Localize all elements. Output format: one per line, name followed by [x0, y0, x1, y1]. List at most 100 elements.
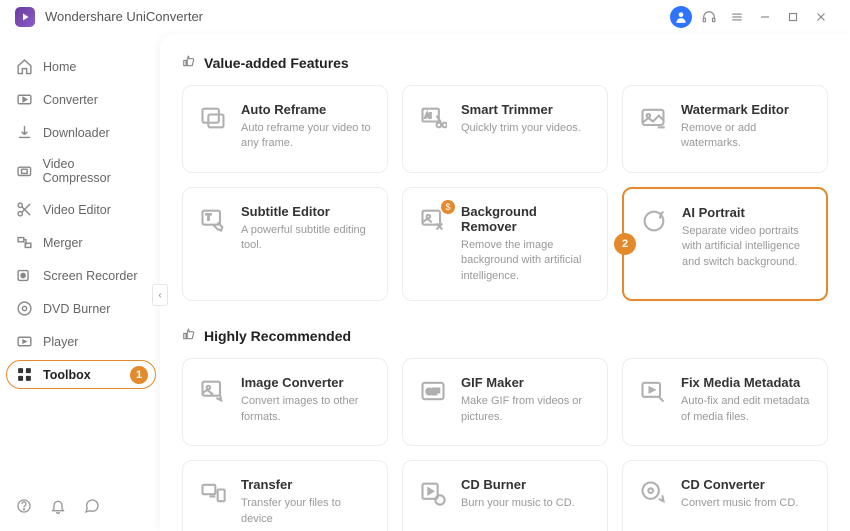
player-icon: [16, 333, 33, 350]
help-button[interactable]: [16, 498, 32, 519]
card-background-remover[interactable]: $ Background Remover Remove the image bac…: [402, 187, 608, 301]
section-title-value-added: Value-added Features: [182, 54, 828, 71]
merger-icon: [16, 234, 33, 251]
svg-text:T: T: [206, 213, 211, 222]
card-title: Smart Trimmer: [461, 102, 581, 117]
card-desc: Transfer your files to device: [241, 496, 371, 527]
card-auto-reframe[interactable]: Auto Reframe Auto reframe your video to a…: [182, 85, 388, 173]
card-title: Transfer: [241, 477, 371, 492]
main-content: Value-added Features Auto Reframe Auto re…: [160, 34, 850, 531]
card-image-converter[interactable]: Image Converter Convert images to other f…: [182, 358, 388, 446]
svg-text:AI: AI: [425, 113, 432, 120]
card-transfer[interactable]: Transfer Transfer your files to device: [182, 460, 388, 531]
value-added-grid: Auto Reframe Auto reframe your video to a…: [182, 85, 828, 301]
thumbs-up-icon: [182, 327, 196, 344]
highlight-badge: 2: [614, 233, 636, 255]
card-subtitle-editor[interactable]: T Subtitle Editor A powerful subtitle edi…: [182, 187, 388, 301]
sidebar-item-compressor[interactable]: Video Compressor: [0, 149, 160, 193]
card-fix-metadata[interactable]: Fix Media Metadata Auto-fix and edit meta…: [622, 358, 828, 446]
sidebar-item-label: Merger: [43, 236, 83, 250]
card-title: Background Remover: [461, 204, 591, 234]
card-title: GIF Maker: [461, 375, 591, 390]
app-title: Wondershare UniConverter: [45, 9, 203, 24]
card-title: AI Portrait: [682, 205, 810, 220]
sidebar-item-toolbox[interactable]: Toolbox 1: [0, 358, 160, 391]
card-title: Image Converter: [241, 375, 371, 390]
card-title: CD Converter: [681, 477, 798, 492]
notification-button[interactable]: [50, 498, 66, 519]
titlebar: Wondershare UniConverter: [0, 0, 850, 34]
maximize-button[interactable]: [779, 3, 807, 31]
sidebar-item-dvd-burner[interactable]: DVD Burner: [0, 292, 160, 325]
sidebar-badge: 1: [130, 366, 148, 384]
sidebar-item-video-editor[interactable]: Video Editor: [0, 193, 160, 226]
card-title: Auto Reframe: [241, 102, 371, 117]
sidebar-collapse-button[interactable]: ‹: [152, 284, 168, 306]
card-smart-trimmer[interactable]: AI Smart Trimmer Quickly trim your videos…: [402, 85, 608, 173]
subtitle-icon: T: [199, 206, 227, 234]
sidebar: Home Converter Downloader Video Compress…: [0, 34, 160, 531]
sidebar-item-label: Converter: [43, 93, 98, 107]
card-desc: Quickly trim your videos.: [461, 121, 581, 136]
reframe-icon: [199, 104, 227, 132]
sidebar-item-converter[interactable]: Converter: [0, 83, 160, 116]
sidebar-bottom: [16, 498, 100, 519]
user-icon: [670, 6, 692, 28]
sidebar-item-downloader[interactable]: Downloader: [0, 116, 160, 149]
cd-convert-icon: [639, 479, 667, 507]
portrait-icon: [640, 207, 668, 235]
gif-icon: GIF: [419, 377, 447, 405]
card-desc: Burn your music to CD.: [461, 496, 575, 511]
hamburger-menu-button[interactable]: [723, 3, 751, 31]
card-desc: A powerful subtitle editing tool.: [241, 223, 371, 254]
sidebar-item-label: Home: [43, 60, 76, 74]
card-desc: Remove the image background with artific…: [461, 238, 591, 284]
cd-burn-icon: [419, 479, 447, 507]
card-title: Watermark Editor: [681, 102, 811, 117]
image-convert-icon: [199, 377, 227, 405]
headset-button[interactable]: [695, 3, 723, 31]
dollar-badge: $: [441, 200, 455, 214]
app-logo-icon: [15, 7, 35, 27]
card-watermark-editor[interactable]: Watermark Editor Remove or add watermarks…: [622, 85, 828, 173]
feedback-button[interactable]: [84, 498, 100, 519]
close-button[interactable]: [807, 3, 835, 31]
section-title-recommended: Highly Recommended: [182, 327, 828, 344]
recorder-icon: [16, 267, 33, 284]
card-cd-converter[interactable]: CD Converter Convert music from CD.: [622, 460, 828, 531]
card-gif-maker[interactable]: GIF GIF Maker Make GIF from videos or pic…: [402, 358, 608, 446]
metadata-icon: [639, 377, 667, 405]
card-desc: Convert music from CD.: [681, 496, 798, 511]
recommended-grid: Image Converter Convert images to other f…: [182, 358, 828, 531]
toolbox-icon: [16, 366, 33, 383]
card-title: Fix Media Metadata: [681, 375, 811, 390]
card-desc: Separate video portraits with artificial…: [682, 224, 810, 270]
card-title: Subtitle Editor: [241, 204, 371, 219]
sidebar-item-player[interactable]: Player: [0, 325, 160, 358]
sidebar-item-label: DVD Burner: [43, 302, 110, 316]
home-icon: [16, 58, 33, 75]
minimize-button[interactable]: [751, 3, 779, 31]
sidebar-item-label: Toolbox: [43, 368, 91, 382]
disc-icon: [16, 300, 33, 317]
card-desc: Convert images to other formats.: [241, 394, 371, 425]
sidebar-item-merger[interactable]: Merger: [0, 226, 160, 259]
card-desc: Make GIF from videos or pictures.: [461, 394, 591, 425]
user-avatar-button[interactable]: [667, 3, 695, 31]
thumbs-up-icon: [182, 54, 196, 71]
card-ai-portrait[interactable]: 2 AI PortraitSeparate video portraits wi…: [622, 187, 828, 301]
scissors-icon: [16, 201, 33, 218]
card-cd-burner[interactable]: CD Burner Burn your music to CD.: [402, 460, 608, 531]
card-title: CD Burner: [461, 477, 575, 492]
card-desc: Remove or add watermarks.: [681, 121, 811, 152]
sidebar-item-label: Player: [43, 335, 78, 349]
sidebar-item-label: Video Compressor: [43, 157, 144, 185]
sidebar-item-label: Video Editor: [43, 203, 111, 217]
card-desc: Auto-fix and edit metadata of media file…: [681, 394, 811, 425]
card-desc: Auto reframe your video to any frame.: [241, 121, 371, 152]
converter-icon: [16, 91, 33, 108]
sidebar-item-screen-recorder[interactable]: Screen Recorder: [0, 259, 160, 292]
sidebar-item-label: Screen Recorder: [43, 269, 138, 283]
transfer-icon: [199, 479, 227, 507]
sidebar-item-home[interactable]: Home: [0, 50, 160, 83]
